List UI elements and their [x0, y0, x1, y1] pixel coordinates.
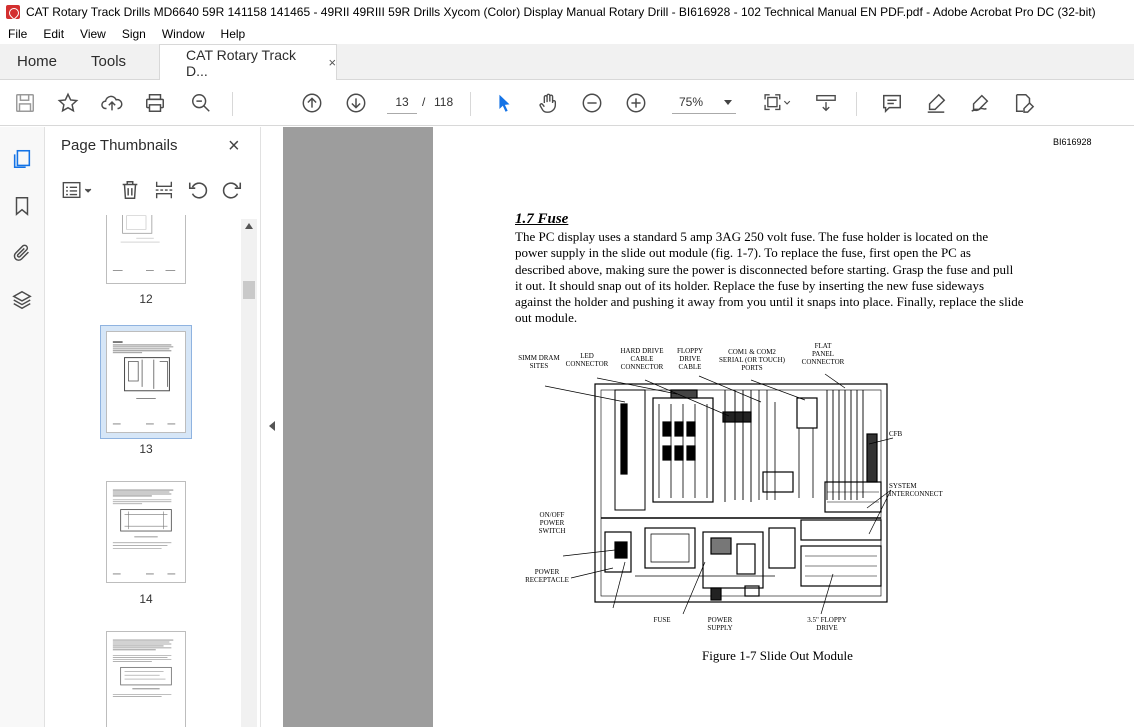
page-total: 118 — [434, 95, 454, 109]
page-thumbnails-icon[interactable] — [11, 148, 35, 172]
tab-home[interactable]: Home — [0, 44, 74, 79]
print-icon[interactable] — [143, 91, 167, 115]
rotate-left-icon[interactable] — [187, 179, 211, 203]
menu-file[interactable]: File — [0, 27, 35, 41]
document-viewer[interactable]: BI616928 1.7 Fuse The PC display uses a … — [283, 127, 1134, 727]
tab-document[interactable]: CAT Rotary Track D... × — [159, 44, 338, 80]
thumbnail-toolbar — [45, 175, 260, 207]
menu-view[interactable]: View — [72, 27, 114, 41]
slide-out-module-figure: SIMM DRAM SITES LED CONNECTOR HARD DRIVE… — [515, 342, 942, 642]
page-thumbnail[interactable] — [106, 481, 186, 583]
bookmarks-icon[interactable] — [11, 195, 35, 219]
page-thumbnails-panel: Page Thumbnails × 12 13 14 — [45, 127, 260, 727]
paragraph-line: The PC display uses a standard 5 amp 3AG… — [515, 229, 989, 244]
comment-icon[interactable] — [880, 91, 904, 115]
menu-sign[interactable]: Sign — [114, 27, 154, 41]
body-paragraph: The PC display uses a standard 5 amp 3AG… — [515, 229, 1055, 327]
edit-pdf-icon[interactable] — [1012, 91, 1036, 115]
paragraph-line: against the holder and pushing it away f… — [515, 294, 1024, 310]
layers-icon[interactable] — [11, 289, 35, 313]
figure-label: FUSE — [653, 616, 671, 624]
upload-icon[interactable] — [100, 91, 124, 115]
page-thumbnail-selected[interactable] — [106, 331, 186, 433]
zoom-level-select[interactable]: 75% — [672, 90, 736, 114]
toolbar-divider — [470, 92, 471, 116]
paragraph-line: out module. — [515, 310, 578, 326]
select-cursor-icon[interactable] — [492, 91, 516, 115]
scroll-up-arrow-icon[interactable] — [245, 223, 253, 229]
figure-caption: Figure 1-7 Slide Out Module — [702, 648, 853, 663]
window-title: CAT Rotary Track Drills MD6640 59R 14115… — [26, 5, 1096, 19]
section-title: 1.7 Fuse — [515, 211, 569, 227]
page-number-input[interactable]: 13 — [387, 90, 417, 114]
paragraph-line: power supply in the slide out module (fi… — [515, 245, 971, 261]
insert-page-icon[interactable] — [153, 179, 177, 203]
figure-label: FLOPPY DRIVE CABLE — [676, 347, 704, 371]
close-tab-icon[interactable]: × — [328, 55, 336, 70]
thumbnail-page-number: 13 — [139, 442, 153, 456]
page-thumbnail[interactable] — [106, 631, 186, 727]
panel-title: Page Thumbnails — [61, 137, 178, 154]
paragraph-line: described above, making sure the power i… — [515, 261, 1014, 277]
zoom-level-value: 75% — [679, 95, 704, 109]
close-panel-icon[interactable]: × — [228, 135, 240, 158]
page-up-icon[interactable] — [300, 91, 324, 115]
fit-page-icon[interactable] — [760, 91, 794, 115]
figure-label: CFB — [889, 430, 903, 438]
scrollbar-thumb[interactable] — [243, 281, 255, 299]
figure-label: ON/OFF POWER SWITCH — [538, 511, 566, 535]
hand-icon[interactable] — [536, 91, 560, 115]
bookmark-star-icon[interactable] — [56, 91, 80, 115]
tab-tools[interactable]: Tools — [74, 44, 143, 79]
thumbnail-scrollbar[interactable] — [241, 219, 257, 727]
left-navigation-rail — [0, 127, 45, 727]
tab-document-label: CAT Rotary Track D... — [186, 46, 296, 79]
rotate-right-icon[interactable] — [221, 179, 245, 203]
page-separator: / — [422, 95, 426, 109]
acrobat-logo-icon — [6, 5, 20, 19]
zoom-out-icon[interactable] — [580, 91, 604, 115]
options-menu-icon[interactable] — [60, 179, 96, 203]
page-down-icon[interactable] — [344, 91, 368, 115]
toolbar: 13 / 118 75% — [0, 80, 1134, 126]
delete-page-icon[interactable] — [119, 179, 143, 203]
scroll-mode-icon[interactable] — [814, 91, 838, 115]
sign-icon[interactable] — [968, 91, 992, 115]
chevron-down-icon — [724, 100, 732, 105]
figure-label: SYSTEM INTERCONNECT — [889, 482, 943, 498]
figure-label: COM1 & COM2 SERIAL (OR TOUCH) PORTS — [719, 348, 785, 372]
attachments-icon[interactable] — [11, 242, 35, 266]
menu-bar: File Edit View Sign Window Help — [0, 24, 1134, 44]
document-id: BI616928 — [1053, 137, 1092, 147]
menu-help[interactable]: Help — [213, 27, 254, 41]
menu-edit[interactable]: Edit — [35, 27, 72, 41]
figure-label: POWER SUPPLY — [707, 616, 733, 632]
save-icon[interactable] — [13, 91, 37, 115]
figure-label: 3.5" FLOPPY DRIVE — [807, 616, 847, 632]
zoom-in-icon[interactable] — [624, 91, 648, 115]
figure-label: POWER RECEPTACLE — [525, 568, 569, 584]
pdf-page: BI616928 1.7 Fuse The PC display uses a … — [433, 127, 1134, 727]
thumbnail-list: 12 13 14 — [45, 215, 245, 727]
tab-bar: Home Tools CAT Rotary Track D... × — [0, 44, 1134, 80]
toolbar-divider — [232, 92, 233, 116]
module-line-drawing — [544, 373, 894, 615]
menu-window[interactable]: Window — [154, 27, 213, 41]
figure-label: LED CONNECTOR — [565, 352, 609, 368]
thumbnail-page-number: 14 — [139, 592, 153, 606]
collapse-panel-icon[interactable] — [269, 421, 275, 431]
toolbar-divider — [856, 92, 857, 116]
highlight-icon[interactable] — [924, 91, 948, 115]
panel-splitter[interactable] — [260, 127, 283, 727]
figure-label: HARD DRIVE CABLE CONNECTOR — [620, 347, 664, 371]
zoom-search-icon[interactable] — [189, 91, 213, 115]
paragraph-line: it out. It should snap out of its holder… — [515, 277, 984, 293]
figure-label: FLAT PANEL CONNECTOR — [801, 342, 845, 366]
page-thumbnail[interactable] — [106, 215, 186, 284]
title-bar: CAT Rotary Track Drills MD6640 59R 14115… — [0, 0, 1134, 24]
thumbnail-page-number: 12 — [139, 292, 153, 306]
